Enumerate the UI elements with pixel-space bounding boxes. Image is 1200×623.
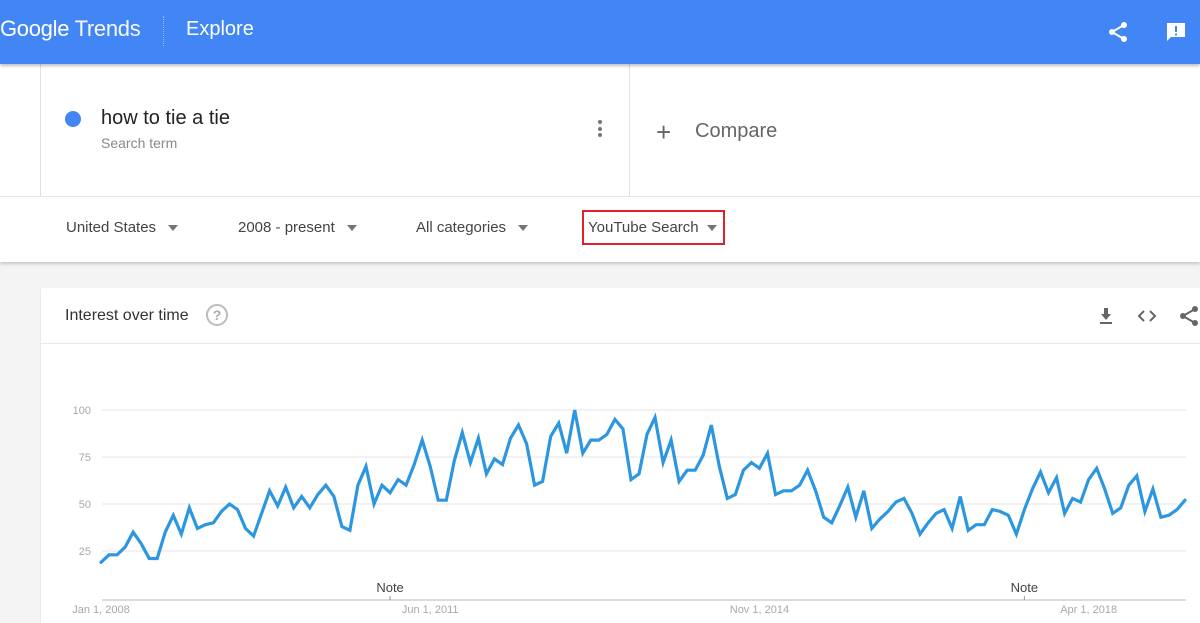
page-title: Explore	[186, 18, 254, 40]
compare-button[interactable]: + Compare	[656, 116, 778, 147]
caret-down-icon	[168, 224, 179, 231]
embed-icon	[1137, 310, 1157, 322]
filter-bar: United States 2008 - present All categor…	[0, 196, 1200, 262]
feedback-button[interactable]	[1164, 20, 1188, 44]
time-range-dropdown[interactable]: 2008 - present	[238, 219, 357, 236]
feedback-icon	[1167, 23, 1185, 41]
search-term-subtitle: Search term	[101, 135, 178, 151]
search-term-name[interactable]: how to tie a tie	[101, 107, 230, 130]
search-type-dropdown[interactable]: YouTube Search	[582, 210, 725, 245]
time-range-dropdown-label: 2008 - present	[238, 219, 335, 236]
download-button[interactable]	[1094, 304, 1118, 328]
share-icon	[1180, 306, 1198, 326]
help-icon[interactable]: ?	[206, 304, 228, 326]
logo-google-text: Google	[0, 16, 70, 41]
share-button[interactable]	[1106, 20, 1130, 44]
header-divider	[163, 16, 164, 46]
download-icon	[1100, 308, 1112, 324]
top-app-bar: Google Trends Explore	[0, 0, 1200, 64]
share-icon	[1109, 22, 1127, 42]
card-header: Interest over time ?	[41, 288, 1200, 344]
logo-trends-text: Trends	[74, 16, 141, 41]
search-term-card[interactable]: how to tie a tie Search term	[40, 64, 630, 196]
region-dropdown[interactable]: United States	[66, 219, 179, 236]
caret-down-icon	[518, 224, 529, 231]
plus-icon: +	[656, 116, 672, 147]
caret-down-icon	[706, 224, 717, 231]
category-dropdown-label: All categories	[416, 219, 507, 236]
series-color-dot	[65, 111, 81, 127]
compare-label: Compare	[695, 120, 778, 142]
card-share-button[interactable]	[1177, 304, 1200, 328]
google-trends-logo[interactable]: Google Trends	[0, 16, 141, 42]
more-vert-icon[interactable]	[593, 120, 607, 142]
interest-over-time-card: Interest over time ?	[41, 288, 1200, 623]
search-term-row: how to tie a tie Search term + Compare	[0, 64, 1200, 196]
search-type-dropdown-label: YouTube Search	[588, 219, 699, 236]
category-dropdown[interactable]: All categories	[416, 219, 529, 236]
embed-button[interactable]	[1135, 304, 1159, 328]
region-dropdown-label: United States	[66, 219, 157, 236]
caret-down-icon	[346, 224, 357, 231]
card-title: Interest over time	[65, 307, 189, 324]
